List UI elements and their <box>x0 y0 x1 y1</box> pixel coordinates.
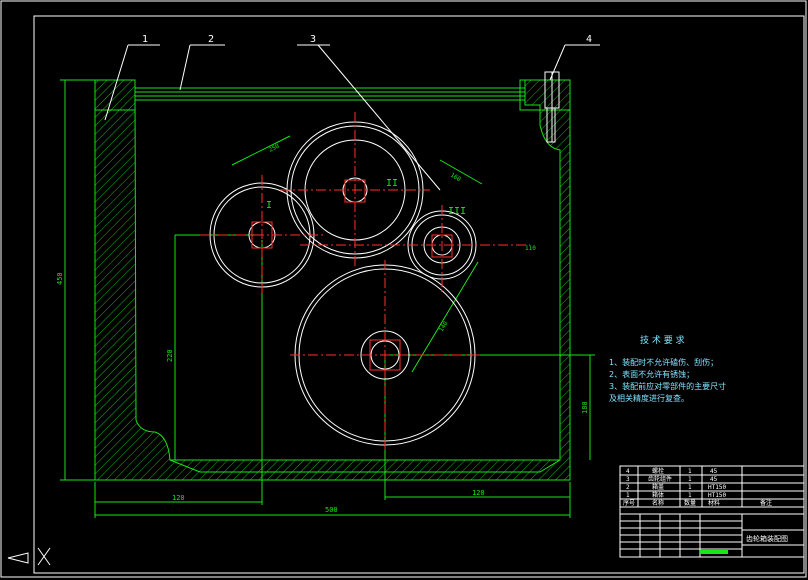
callout-2: 2 <box>208 34 214 45</box>
dim-left-offset: 120 <box>172 494 185 502</box>
dim-slant-c: 140 <box>438 320 450 333</box>
shaft-label-2: II <box>386 178 398 189</box>
parts-list: 4 螺栓 1 45 3 齿轮组件 1 45 2 箱盖 1 HT150 1 箱体 … <box>619 465 805 515</box>
part-material: 45 <box>710 468 718 475</box>
tech-line-4: 及相关精度进行复查。 <box>609 393 689 403</box>
header-qty: 数量 <box>684 499 696 507</box>
part-name: 螺栓 <box>652 467 664 475</box>
callout-1: 1 <box>142 34 148 45</box>
dim-height: 450 <box>56 272 64 285</box>
dim-right-offset: 120 <box>472 489 485 497</box>
part-no: 2 <box>626 484 630 491</box>
shaft-label-3: III <box>448 206 466 217</box>
dim-vertical-right: 180 <box>581 401 589 414</box>
part-no: 4 <box>626 468 630 475</box>
tech-requirements: 技 术 要 求 1、装配时不允许磕伤、刮伤； 2、表面不允许有锈蚀； 3、装配前… <box>609 334 726 403</box>
tech-line-2: 2、表面不允许有锈蚀； <box>609 369 694 379</box>
title-block: 齿轮箱装配图 <box>619 513 805 558</box>
tech-title: 技 术 要 求 <box>640 334 685 346</box>
drawing-title: 齿轮箱装配图 <box>746 534 788 543</box>
header-no: 序号 <box>623 499 635 507</box>
callout-4: 4 <box>586 34 592 45</box>
dim-slant-a: 250 <box>268 142 281 153</box>
part-name: 齿轮组件 <box>648 475 672 483</box>
dim-slant-b: 160 <box>449 172 462 184</box>
dim-width: 500 <box>325 506 338 514</box>
part-name: 箱体 <box>652 491 664 499</box>
drawing-canvas: 1 2 3 4 I II III 450 500 120 120 220 180… <box>0 0 807 578</box>
part-material: HT150 <box>708 484 726 491</box>
dim-vertical-mid: 220 <box>166 349 174 362</box>
part-qty: 1 <box>688 468 692 475</box>
part-qty: 1 <box>688 476 692 483</box>
orient-arrow-icon <box>7 552 29 564</box>
header-note: 备注 <box>760 499 772 507</box>
callout-3: 3 <box>310 34 316 45</box>
part-material: HT150 <box>708 492 726 499</box>
gearbox-housing <box>94 79 571 481</box>
header-name: 名称 <box>652 499 664 507</box>
tech-line-3: 3、装配前应对零部件的主要尺寸 <box>609 381 726 391</box>
part-qty: 1 <box>688 484 692 491</box>
part-name: 箱盖 <box>652 483 664 491</box>
cover-plate <box>134 87 526 97</box>
part-no: 1 <box>626 492 630 499</box>
shaft-label-1: I <box>266 200 272 211</box>
callout-leaders <box>104 44 600 191</box>
header-material: 材料 <box>708 499 720 507</box>
part-material: 45 <box>710 476 718 483</box>
tech-line-1: 1、装配时不允许磕伤、刮伤； <box>609 357 718 367</box>
part-no: 3 <box>626 476 630 483</box>
dim-slant-d: 110 <box>525 245 536 252</box>
part-qty: 1 <box>688 492 692 499</box>
